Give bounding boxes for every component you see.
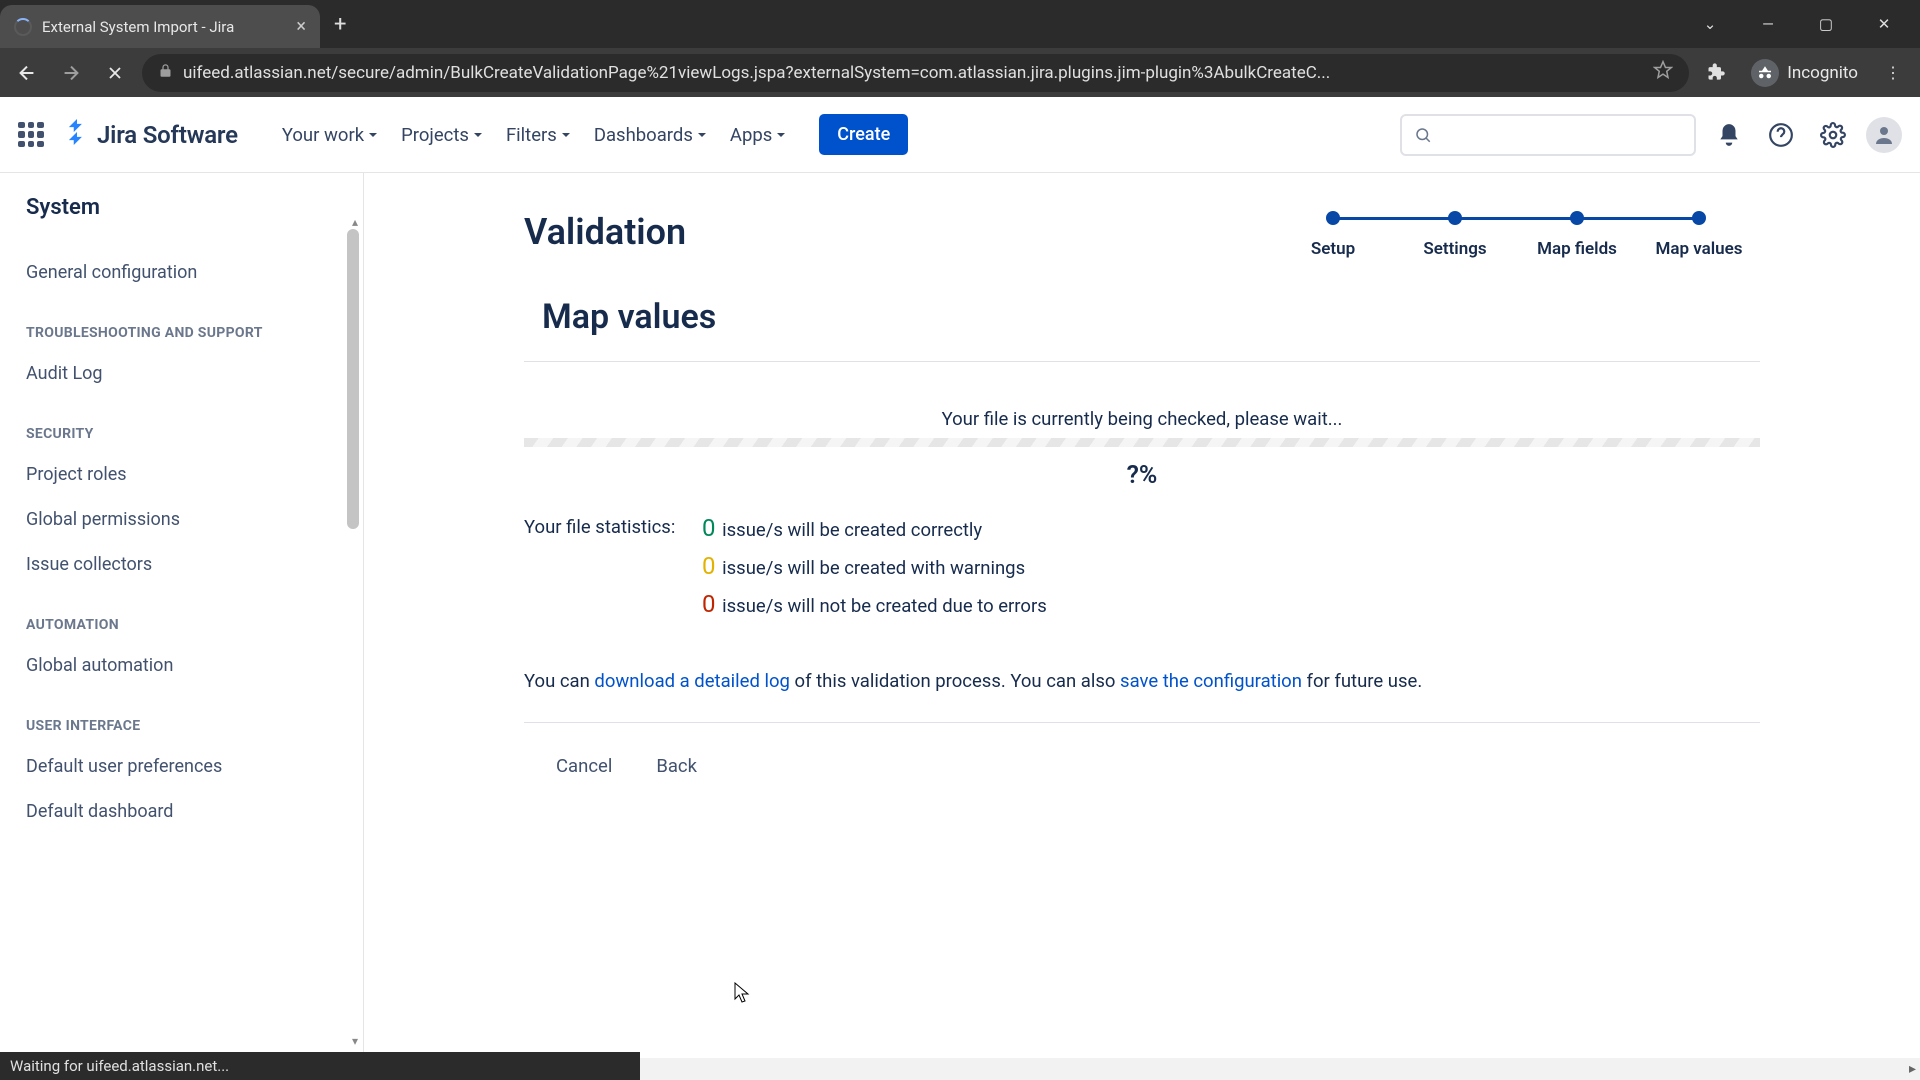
profile-avatar[interactable]	[1866, 117, 1902, 153]
file-statistics: Your file statistics: 0 issue/s will be …	[524, 514, 1760, 618]
new-tab-button[interactable]: +	[334, 12, 346, 37]
tab-dropdown-icon[interactable]: ⌄	[1696, 15, 1724, 33]
chevron-down-icon	[777, 124, 785, 146]
nav-apps[interactable]: Apps	[720, 118, 795, 152]
checking-message: Your file is currently being checked, pl…	[524, 408, 1760, 430]
window-maximize-icon[interactable]: ▢	[1812, 15, 1840, 33]
divider	[524, 361, 1760, 362]
incognito-label: Incognito	[1787, 63, 1858, 83]
stop-reload-button[interactable]	[98, 56, 132, 90]
sidebar: ▴ ▾ System General configuration TROUBLE…	[0, 173, 364, 1052]
progress-percent: ?%	[524, 461, 1760, 490]
stat-created-errors: 0 issue/s will not be created due to err…	[702, 590, 1760, 618]
description-text: You can download a detailed log of this …	[524, 670, 1760, 692]
search-field[interactable]	[1440, 125, 1682, 144]
scroll-right-icon[interactable]: ▸	[1909, 1061, 1916, 1077]
window-controls: ⌄ ― ▢ ✕	[1696, 15, 1920, 33]
sidebar-scrollbar[interactable]	[347, 229, 359, 529]
nav-dashboards[interactable]: Dashboards	[584, 118, 716, 152]
close-tab-icon[interactable]: ×	[296, 16, 306, 37]
sidebar-heading: AUTOMATION	[26, 617, 345, 633]
chevron-down-icon	[698, 124, 706, 146]
loading-spinner-icon	[14, 18, 32, 36]
chevron-down-icon	[369, 124, 377, 146]
jira-logo-icon	[64, 119, 90, 151]
forward-browser-button[interactable]	[54, 56, 88, 90]
browser-menu-icon[interactable]: ⋮	[1876, 56, 1910, 90]
app-switcher-icon[interactable]	[18, 122, 44, 148]
save-configuration-link[interactable]: save the configuration	[1120, 670, 1302, 692]
tab-title: External System Import - Jira	[42, 18, 286, 36]
help-icon[interactable]	[1762, 116, 1800, 154]
window-close-icon[interactable]: ✕	[1870, 15, 1898, 33]
window-minimize-icon[interactable]: ―	[1754, 15, 1782, 33]
incognito-icon	[1751, 59, 1779, 87]
sidebar-item-global-automation[interactable]: Global automation	[26, 643, 345, 688]
step-setup: Setup	[1272, 211, 1394, 259]
settings-icon[interactable]	[1814, 116, 1852, 154]
stats-label: Your file statistics:	[524, 514, 702, 542]
wizard-steps: Setup Settings Map fields Map values	[1272, 211, 1760, 259]
main-content: Validation Setup Settings Map fields Map…	[364, 173, 1920, 1052]
notifications-icon[interactable]	[1710, 116, 1748, 154]
incognito-indicator[interactable]: Incognito	[1743, 59, 1866, 87]
chevron-down-icon	[474, 124, 482, 146]
download-log-link[interactable]: download a detailed log	[594, 670, 790, 692]
nav-your-work[interactable]: Your work	[272, 118, 387, 152]
chevron-down-icon	[562, 124, 570, 146]
browser-tab-strip: External System Import - Jira × + ⌄ ― ▢ …	[0, 0, 1920, 48]
back-button[interactable]: Back	[654, 751, 699, 781]
scroll-down-icon[interactable]: ▾	[352, 1034, 358, 1048]
browser-tab[interactable]: External System Import - Jira ×	[0, 5, 320, 48]
sidebar-heading: SECURITY	[26, 426, 345, 442]
sidebar-item-global-permissions[interactable]: Global permissions	[26, 497, 345, 542]
sidebar-title: System	[26, 195, 345, 220]
back-browser-button[interactable]	[10, 56, 44, 90]
sidebar-item-audit-log[interactable]: Audit Log	[26, 351, 345, 396]
search-input[interactable]	[1400, 114, 1696, 156]
cancel-button[interactable]: Cancel	[554, 751, 614, 781]
url-text: uifeed.atlassian.net/secure/admin/BulkCr…	[183, 63, 1643, 83]
nav-filters[interactable]: Filters	[496, 118, 580, 152]
scroll-up-icon[interactable]: ▴	[352, 215, 358, 229]
progress-bar	[524, 438, 1760, 447]
nav-projects[interactable]: Projects	[391, 118, 492, 152]
status-text: Waiting for uifeed.atlassian.net...	[10, 1057, 229, 1075]
sidebar-heading: USER INTERFACE	[26, 718, 345, 734]
browser-status-bar: Waiting for uifeed.atlassian.net...	[0, 1052, 640, 1080]
divider	[524, 722, 1760, 723]
stat-created-warnings: 0 issue/s will be created with warnings	[702, 552, 1760, 580]
browser-address-bar: uifeed.atlassian.net/secure/admin/BulkCr…	[0, 48, 1920, 97]
sidebar-item-default-user-prefs[interactable]: Default user preferences	[26, 744, 345, 789]
jira-logo-text: Jira Software	[97, 121, 238, 149]
url-field[interactable]: uifeed.atlassian.net/secure/admin/BulkCr…	[142, 54, 1689, 92]
section-title: Map values	[542, 297, 1760, 337]
sidebar-item-project-roles[interactable]: Project roles	[26, 452, 345, 497]
horizontal-scrollbar[interactable]: ▸	[640, 1058, 1920, 1080]
bookmark-icon[interactable]	[1653, 60, 1673, 85]
sidebar-item-issue-collectors[interactable]: Issue collectors	[26, 542, 345, 587]
create-button[interactable]: Create	[819, 114, 908, 155]
sidebar-item-default-dashboard[interactable]: Default dashboard	[26, 789, 345, 834]
stat-created-ok: 0 issue/s will be created correctly	[702, 514, 1760, 542]
jira-top-nav: Jira Software Your work Projects Filters…	[0, 97, 1920, 173]
sidebar-heading: TROUBLESHOOTING AND SUPPORT	[26, 325, 345, 341]
extensions-icon[interactable]	[1699, 56, 1733, 90]
page-title: Validation	[524, 211, 686, 253]
lock-icon	[158, 63, 173, 82]
sidebar-item-general-config[interactable]: General configuration	[26, 250, 345, 295]
jira-logo[interactable]: Jira Software	[64, 119, 238, 151]
